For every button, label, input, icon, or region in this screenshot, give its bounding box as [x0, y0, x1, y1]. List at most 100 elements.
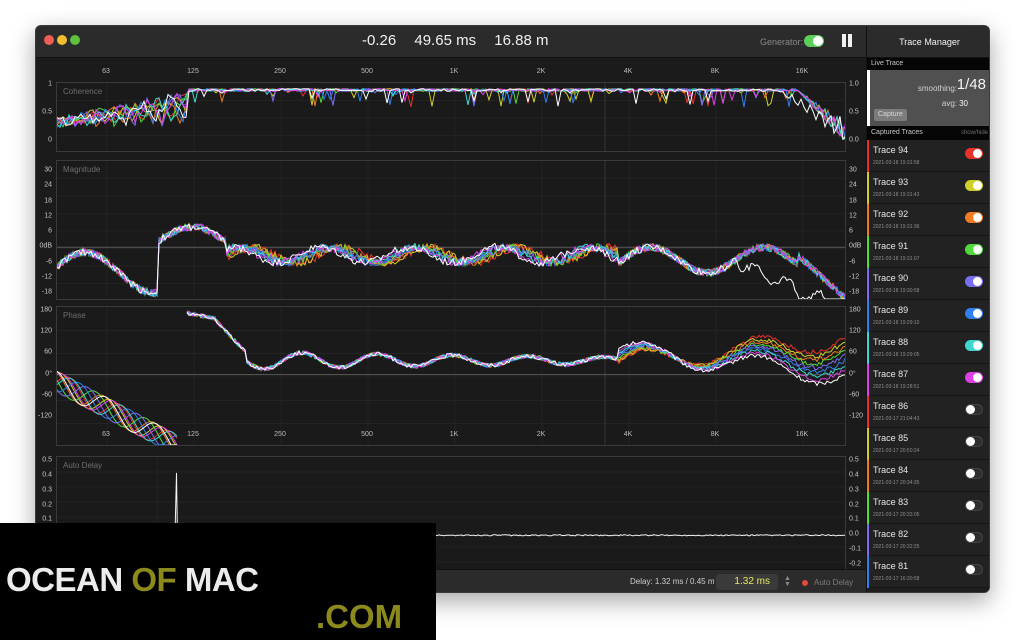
toggle-knob [966, 405, 975, 414]
trace-list-item[interactable]: Trace 84 2021-03-17 20:34:35 [867, 460, 989, 492]
frequency-tick-label: 63 [102, 68, 110, 75]
trace-visibility-toggle[interactable] [965, 468, 983, 479]
frequency-tick-label: 500 [361, 431, 373, 438]
trace-list-item[interactable]: Trace 91 2021-03-18 19:31:07 [867, 236, 989, 268]
trace-visibility-toggle[interactable] [965, 148, 983, 159]
live-trace-header: Live Trace [867, 58, 989, 70]
frequency-tick-label: 250 [274, 68, 286, 75]
trace-name: Trace 88 [873, 337, 909, 347]
title-bar: -0.26 49.65 ms 16.88 m Generator: [36, 26, 866, 58]
magnitude-left-axis: 30 24 18 12 6 0dB -6 -12 -18 [36, 160, 56, 300]
toggle-knob [973, 277, 982, 286]
axis-tick-label: 0.5 [42, 456, 52, 464]
frequency-tick-label: 4K [623, 431, 633, 438]
toggle-knob [966, 501, 975, 510]
axis-tick-label: 1.0 [849, 80, 859, 88]
axis-tick-label: 18 [44, 197, 52, 204]
trace-list-item[interactable]: Trace 81 2021-03-17 16:30:58 [867, 556, 989, 588]
trace-list-item[interactable]: Trace 92 2021-03-18 19:31:36 [867, 204, 989, 236]
trace-name: Trace 87 [873, 369, 909, 379]
trace-visibility-toggle[interactable] [965, 404, 983, 415]
trace-visibility-toggle[interactable] [965, 500, 983, 511]
axis-tick-label: -60 [849, 391, 860, 399]
trace-color-bar [867, 268, 869, 300]
smoothing-value[interactable]: 1/48 [957, 76, 986, 93]
delay-stepper[interactable]: ▲ ▼ [784, 575, 791, 588]
trace-visibility-toggle[interactable] [965, 532, 983, 543]
toggle-knob [966, 533, 975, 542]
trace-list-item[interactable]: Trace 89 2021-03-18 19:29:10 [867, 300, 989, 332]
axis-tick-label: 24 [44, 181, 52, 189]
trace-color-bar [867, 236, 869, 268]
axis-tick-label: 0° [849, 370, 856, 378]
trace-color-bar [867, 300, 869, 332]
trace-list-item[interactable]: Trace 93 2021-03-18 19:31:43 [867, 172, 989, 204]
captured-traces-header: Captured Traces show/hide [867, 126, 989, 140]
trace-visibility-toggle[interactable] [965, 212, 983, 223]
minimize-window-button[interactable] [57, 35, 67, 45]
trace-list-item[interactable]: Trace 94 2021-03-18 19:31:58 [867, 140, 989, 172]
trace-list-item[interactable]: Trace 87 2021-03-18 19:28:51 [867, 364, 989, 396]
trace-timestamp: 2021-03-18 19:29:10 [873, 320, 920, 326]
trace-visibility-toggle[interactable] [965, 340, 983, 351]
trace-name: Trace 81 [873, 561, 909, 571]
trace-list-item[interactable]: Trace 82 2021-03-17 20:32:25 [867, 524, 989, 556]
trace-list-item[interactable]: Trace 85 2021-03-17 20:50:24 [867, 428, 989, 460]
axis-tick-label: 6 [849, 227, 853, 235]
phase-title: Phase [63, 311, 86, 320]
axis-tick-label: 0.5 [849, 456, 859, 464]
trace-list-item[interactable]: Trace 86 2021-03-17 21:04:43 [867, 396, 989, 428]
toggle-knob [973, 309, 982, 318]
trace-visibility-toggle[interactable] [965, 180, 983, 191]
delay-input[interactable]: 1.32 ms [716, 574, 778, 590]
axis-tick-label: -18 [849, 288, 860, 296]
trace-list-item[interactable]: Trace 90 2021-03-18 19:30:58 [867, 268, 989, 300]
trace-timestamp: 2021-03-18 19:31:36 [873, 224, 920, 230]
trace-name: Trace 90 [873, 273, 909, 283]
axis-tick-label: 0° [45, 370, 52, 378]
maximize-window-button[interactable] [70, 35, 80, 45]
axis-tick-label: 0.2 [42, 501, 52, 509]
trace-visibility-toggle[interactable] [965, 308, 983, 319]
distance-readout: 16.88 m [494, 32, 549, 49]
trace-color-bar [867, 460, 869, 492]
magnitude-panel: Magnitude [56, 160, 846, 300]
axis-tick-label: -120 [37, 412, 52, 420]
axis-tick-label: 6 [48, 227, 52, 235]
auto-delay-title: Auto Delay [63, 461, 103, 470]
phase-trace [186, 311, 845, 372]
trace-visibility-toggle[interactable] [965, 276, 983, 287]
auto-delay-button[interactable]: Auto Delay [814, 578, 853, 587]
axis-tick-label: 0dB [39, 242, 52, 250]
toggle-knob [966, 565, 975, 574]
magnitude-plot [57, 161, 845, 299]
capture-button[interactable]: Capture [874, 109, 907, 121]
toggle-knob [973, 149, 982, 158]
frequency-axis-bottom: 63 125 250 500 1K 2K 4K 8K 16K [36, 431, 866, 443]
axis-tick-label: 0.4 [849, 471, 859, 479]
show-hide-button[interactable]: show/hide [961, 126, 988, 140]
avg-value[interactable]: 30 [959, 99, 968, 108]
live-trace-panel[interactable]: smoothing: 1/48 avg: 30 Capture [867, 70, 989, 126]
coherence-right-axis: 1.0 0.5 0.0 [847, 80, 867, 152]
axis-tick-label: 180 [40, 306, 52, 314]
trace-visibility-toggle[interactable] [965, 244, 983, 255]
phase-trace [186, 310, 845, 372]
generator-toggle[interactable] [804, 35, 824, 47]
axis-tick-label: 0.0 [849, 530, 859, 538]
trace-list-item[interactable]: Trace 88 2021-03-18 19:29:05 [867, 332, 989, 364]
pause-icon[interactable] [841, 34, 853, 48]
level-readout: -0.26 [362, 32, 397, 49]
close-window-button[interactable] [44, 35, 54, 45]
axis-tick-label: 30 [44, 166, 52, 174]
axis-tick-label: -120 [849, 412, 864, 420]
frequency-tick-label: 125 [187, 431, 199, 438]
trace-timestamp: 2021-03-18 19:29:05 [873, 352, 920, 358]
smoothing-label: smoothing: [917, 84, 957, 93]
trace-visibility-toggle[interactable] [965, 436, 983, 447]
trace-list-item[interactable]: Trace 83 2021-03-17 20:33:05 [867, 492, 989, 524]
trace-visibility-toggle[interactable] [965, 372, 983, 383]
frequency-tick-label: 8K [710, 68, 720, 75]
phase-trace [186, 311, 845, 375]
trace-visibility-toggle[interactable] [965, 564, 983, 575]
